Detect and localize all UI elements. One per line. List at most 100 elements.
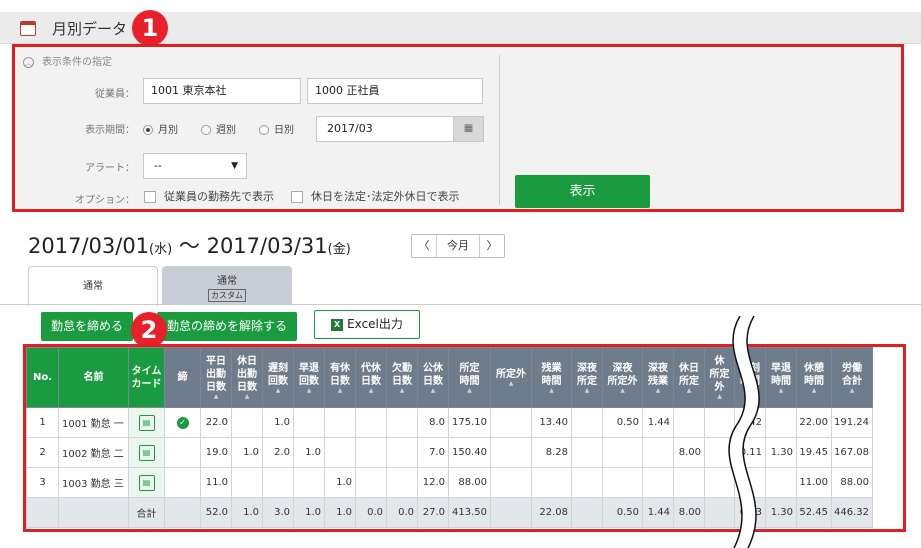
table-cell: 22.08 bbox=[531, 497, 572, 528]
table-cell bbox=[386, 467, 418, 498]
tab-normal[interactable]: 通常 bbox=[28, 266, 158, 306]
table-cell: 3 bbox=[26, 467, 59, 498]
column-header[interactable]: 休日 所定 ▲ bbox=[673, 347, 705, 408]
column-header[interactable]: 平日 出勤 日数 ▲ bbox=[200, 347, 232, 408]
sort-icon: ▲ bbox=[811, 386, 817, 394]
table-cell bbox=[602, 467, 643, 498]
table-cell: 1 bbox=[26, 407, 59, 438]
condition-panel: ︿ 表示条件の指定 従業員： 1001 東京本社 1000 正社員 表示期間： 月… bbox=[12, 44, 904, 212]
alert-select[interactable]: -- ▼ bbox=[143, 153, 247, 179]
timecard-icon[interactable]: ▤ bbox=[138, 474, 155, 491]
table-cell: 11.0 bbox=[200, 467, 232, 498]
table-cell: 1.0 bbox=[262, 407, 294, 438]
table-cell bbox=[602, 437, 643, 468]
table-cell: 167.08 bbox=[831, 437, 873, 468]
table-cell: 150.40 bbox=[448, 437, 491, 468]
column-header[interactable]: 遅刻 回数 ▲ bbox=[262, 347, 294, 408]
employee-label: 従業員： bbox=[95, 89, 135, 100]
month-nav: 〈 今月 〉 bbox=[411, 234, 505, 258]
excel-export-button[interactable]: X Excel出力 bbox=[314, 310, 420, 339]
dropdown-arrow-icon: ▼ bbox=[231, 161, 238, 171]
column-header[interactable]: 公休 日数 ▲ bbox=[417, 347, 449, 408]
column-header[interactable]: 代休 日数 ▲ bbox=[355, 347, 387, 408]
table-cell: 1003 勤怠 三 bbox=[58, 467, 129, 498]
table-cell bbox=[386, 437, 418, 468]
sort-icon: ▲ bbox=[686, 386, 692, 394]
table-cell bbox=[765, 467, 797, 498]
table-cell bbox=[571, 407, 603, 438]
table-cell bbox=[531, 467, 572, 498]
column-header[interactable]: タイム カード bbox=[128, 347, 165, 408]
this-month-button[interactable]: 今月 bbox=[436, 235, 480, 257]
table-cell: 1.44 bbox=[642, 497, 674, 528]
table-cell: 1.0 bbox=[231, 437, 263, 468]
period-weekly-radio[interactable]: 週別 bbox=[201, 121, 236, 136]
table-cell: 1.0 bbox=[231, 497, 263, 528]
table-cell bbox=[164, 467, 201, 498]
table-cell bbox=[490, 467, 532, 498]
next-month-button[interactable]: 〉 bbox=[480, 235, 504, 257]
sort-icon: ▲ bbox=[620, 386, 625, 394]
column-header[interactable]: No. bbox=[26, 347, 59, 408]
column-header[interactable]: 早退 回数 ▲ bbox=[293, 347, 325, 408]
timecard-icon[interactable]: ▤ bbox=[138, 414, 155, 431]
sort-icon: ▲ bbox=[213, 393, 219, 400]
table-cell: 1001 勤怠 一 bbox=[58, 407, 129, 438]
column-header[interactable]: 締 bbox=[164, 347, 201, 408]
column-header[interactable]: 名前 bbox=[58, 347, 129, 408]
prev-month-button[interactable]: 〈 bbox=[412, 235, 436, 257]
column-header[interactable]: 深夜 所定外 ▲ bbox=[602, 347, 643, 408]
condition-toggle[interactable]: ︿ 表示条件の指定 bbox=[23, 53, 112, 68]
table-cell: 1.30 bbox=[765, 437, 797, 468]
table-cell: 446.32 bbox=[831, 497, 873, 528]
release-close-button[interactable]: 勤怠の締めを解除する bbox=[157, 312, 298, 341]
column-header[interactable]: 有休 日数 ▲ bbox=[324, 347, 356, 408]
employee-field[interactable]: 1001 東京本社 bbox=[143, 78, 301, 104]
sort-icon: ▲ bbox=[337, 386, 343, 394]
table-cell: 413.50 bbox=[448, 497, 491, 528]
table-cell: 8.00 bbox=[673, 497, 705, 528]
option-label: オプション： bbox=[75, 195, 135, 206]
column-header[interactable]: 深夜 残業 ▲ bbox=[642, 347, 674, 408]
table-cell: 3.0 bbox=[262, 497, 294, 528]
period-monthly-radio[interactable]: 月別 bbox=[143, 121, 178, 136]
step-badge-1: 1 bbox=[132, 10, 168, 46]
table-cell bbox=[490, 497, 532, 528]
column-header[interactable]: 労働 合計 ▲ bbox=[831, 347, 873, 408]
column-header[interactable]: 残業 時間 ▲ bbox=[531, 347, 572, 408]
table-cell: 1.30 bbox=[765, 497, 797, 528]
table-cell: 22.00 bbox=[796, 407, 832, 438]
column-header[interactable]: 所定外 ▲ bbox=[490, 347, 532, 408]
table-cell: 1002 勤怠 二 bbox=[58, 437, 129, 468]
close-attendance-button[interactable]: 勤怠を締める bbox=[41, 312, 134, 341]
table-cell: 175.10 bbox=[448, 407, 491, 438]
table-cell: 1.0 bbox=[324, 497, 356, 528]
period-daily-radio[interactable]: 日別 bbox=[259, 121, 294, 136]
timecard-icon[interactable]: ▤ bbox=[138, 444, 155, 461]
column-header[interactable]: 早退 時間 ▲ bbox=[765, 347, 797, 408]
calendar-picker-icon[interactable]: ▦ bbox=[453, 117, 483, 141]
table-cell: 1.0 bbox=[293, 437, 325, 468]
check-icon: ✓ bbox=[176, 416, 189, 429]
table-cell: 12.0 bbox=[417, 467, 449, 498]
option-holiday-checkbox[interactable]: 休日を法定･法定外休日で表示 bbox=[291, 188, 460, 204]
table-cell bbox=[355, 407, 387, 438]
option-workplace-checkbox[interactable]: 従業員の勤務先で表示 bbox=[144, 188, 274, 204]
sort-icon: ▲ bbox=[430, 386, 436, 394]
tab-custom[interactable]: 通常 カスタム bbox=[162, 266, 292, 304]
table-cell bbox=[231, 467, 263, 498]
alert-label: アラート： bbox=[85, 163, 135, 174]
column-header[interactable]: 深夜 所定 ▲ bbox=[571, 347, 603, 408]
table-cell: 88.00 bbox=[448, 467, 491, 498]
table-cell: 0.50 bbox=[602, 407, 643, 438]
column-header[interactable]: 所定 時間 ▲ bbox=[448, 347, 491, 408]
period-field[interactable]: 2017/03 ▦ bbox=[316, 116, 484, 142]
table-cell: 8.00 bbox=[673, 437, 705, 468]
show-button[interactable]: 表示 bbox=[515, 175, 650, 208]
column-header[interactable]: 休憩 時間 ▲ bbox=[796, 347, 832, 408]
column-header[interactable]: 休日 出勤 日数 ▲ bbox=[231, 347, 263, 408]
employee-type-field[interactable]: 1000 正社員 bbox=[307, 78, 483, 104]
chevron-up-icon: ︿ bbox=[23, 56, 34, 68]
column-header[interactable]: 欠勤 日数 ▲ bbox=[386, 347, 418, 408]
table-cell bbox=[355, 437, 387, 468]
